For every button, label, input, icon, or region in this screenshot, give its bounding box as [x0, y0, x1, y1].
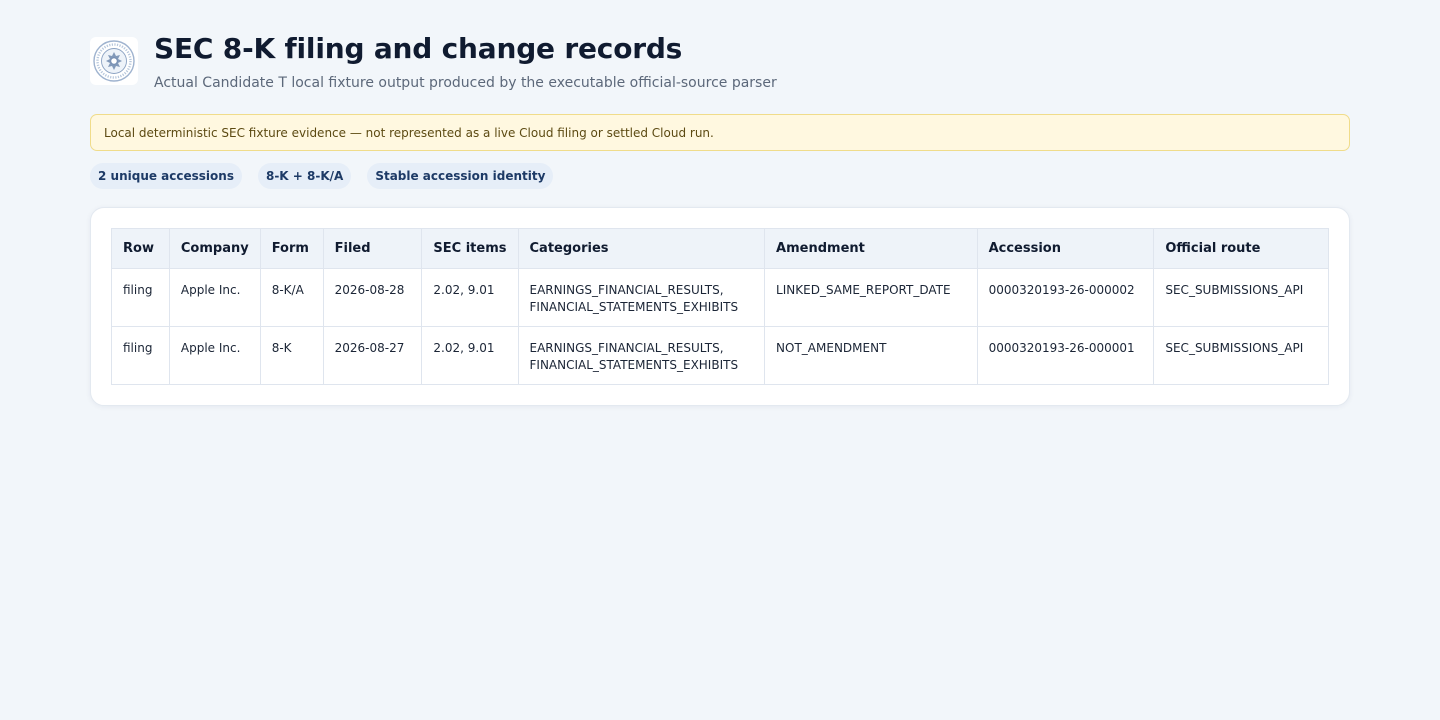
column-header-row[interactable]: Row	[111, 228, 170, 269]
column-header-amendment[interactable]: Amendment	[764, 228, 978, 269]
sec-seal-icon	[90, 37, 138, 85]
title-block: SEC 8-K filing and change records Actual…	[154, 33, 777, 92]
cell-company: Apple Inc.	[168, 268, 261, 327]
cell-sec-items: 2.02, 9.01	[421, 326, 519, 385]
column-header-sec-items[interactable]: SEC items	[421, 228, 519, 269]
cell-categories: EARNINGS_FINANCIAL_RESULTS, FINANCIAL_ST…	[517, 326, 766, 385]
category-value: EARNINGS_FINANCIAL_RESULTS,	[529, 341, 724, 355]
cell-company: Apple Inc.	[168, 326, 261, 385]
page-subtitle: Actual Candidate T local fixture output …	[154, 75, 777, 91]
badge-unique-accessions: 2 unique accessions	[90, 163, 242, 189]
cell-filed: 2026-08-28	[322, 268, 423, 327]
records-card: Row Company Form Filed SEC items Categor…	[90, 207, 1350, 406]
column-header-form[interactable]: Form	[259, 228, 324, 269]
cell-filed: 2026-08-27	[322, 326, 423, 385]
cell-form: 8-K	[259, 326, 324, 385]
cell-accession: 0000320193-26-000002	[976, 268, 1155, 327]
cell-form: 8-K/A	[259, 268, 324, 327]
cell-official-route: SEC_SUBMISSIONS_API	[1153, 268, 1329, 327]
cell-sec-items: 2.02, 9.01	[421, 268, 519, 327]
cell-amendment: LINKED_SAME_REPORT_DATE	[764, 268, 978, 327]
column-header-accession[interactable]: Accession	[976, 228, 1155, 269]
cell-amendment: NOT_AMENDMENT	[764, 326, 978, 385]
table-row[interactable]: filing Apple Inc. 8-K 2026-08-27 2.02, 9…	[111, 326, 1329, 385]
table-header-row: Row Company Form Filed SEC items Categor…	[111, 228, 1329, 269]
cell-accession: 0000320193-26-000001	[976, 326, 1155, 385]
category-value: EARNINGS_FINANCIAL_RESULTS,	[529, 283, 724, 297]
page-header: SEC 8-K filing and change records Actual…	[90, 33, 1350, 103]
summary-badges: 2 unique accessions 8-K + 8-K/A Stable a…	[90, 163, 1350, 189]
notice-text: Local deterministic SEC fixture evidence…	[104, 125, 714, 140]
page: SEC 8-K filing and change records Actual…	[90, 0, 1350, 406]
fixture-notice-banner: Local deterministic SEC fixture evidence…	[90, 114, 1350, 151]
cell-official-route: SEC_SUBMISSIONS_API	[1153, 326, 1329, 385]
table-row[interactable]: filing Apple Inc. 8-K/A 2026-08-28 2.02,…	[111, 268, 1329, 327]
badge-forms: 8-K + 8-K/A	[257, 163, 352, 189]
page-title: SEC 8-K filing and change records	[154, 32, 683, 65]
filings-table: Row Company Form Filed SEC items Categor…	[111, 228, 1329, 385]
column-header-official-route[interactable]: Official route	[1153, 228, 1329, 269]
column-header-categories[interactable]: Categories	[517, 228, 766, 269]
cell-categories: EARNINGS_FINANCIAL_RESULTS, FINANCIAL_ST…	[517, 268, 766, 327]
category-value: FINANCIAL_STATEMENTS_EXHIBITS	[529, 300, 739, 314]
cell-row: filing	[111, 268, 170, 327]
cell-row: filing	[111, 326, 170, 385]
column-header-company[interactable]: Company	[168, 228, 261, 269]
column-header-filed[interactable]: Filed	[322, 228, 423, 269]
category-value: FINANCIAL_STATEMENTS_EXHIBITS	[529, 358, 739, 372]
badge-stable-identity: Stable accession identity	[367, 163, 554, 189]
